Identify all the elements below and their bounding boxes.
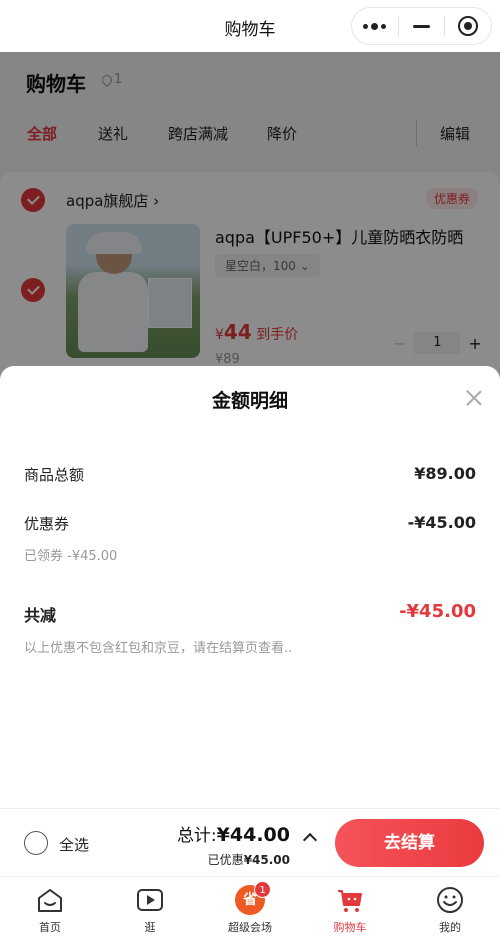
smile-icon (435, 885, 465, 915)
title-bar: 购物车 (0, 0, 500, 52)
sheet-title: 金额明细 (211, 390, 288, 412)
discount-note: 以上优惠不包含红包和京豆，请在结算页查看.. (24, 641, 293, 656)
coupon-claimed-note: 已领券 -¥45.00 (24, 549, 118, 564)
minimize-icon (413, 24, 430, 28)
tab-cart-label: 购物车 (333, 921, 367, 934)
tab-browse[interactable]: 逛 (100, 877, 200, 942)
bottom-tab-bar: 首页 逛 省 1 超级会场 购物车 我的 (0, 876, 500, 942)
tab-mine-label: 我的 (439, 921, 461, 934)
close-icon[interactable] (464, 388, 484, 408)
target-icon (458, 16, 479, 36)
home-icon (35, 885, 65, 915)
mini-program-capsule (351, 7, 492, 45)
saved-amount: 已优惠¥45.00 (207, 853, 290, 867)
video-icon (135, 885, 165, 915)
close-program-button[interactable] (445, 8, 491, 44)
goods-total-value: ¥89.00 (414, 464, 476, 483)
tab-home-label: 首页 (39, 921, 61, 934)
select-all-checkbox[interactable] (24, 831, 48, 855)
tab-cart[interactable]: 购物车 (300, 877, 400, 942)
more-dots-icon (363, 22, 387, 30)
tab-super-venue-label: 超级会场 (228, 921, 272, 934)
goods-total-label: 商品总额 (24, 466, 85, 484)
total-reduce-label: 共减 (24, 606, 57, 625)
total-reduce-value: -¥45.00 (399, 601, 476, 622)
coupon-label: 优惠券 (24, 515, 70, 533)
tab-home[interactable]: 首页 (0, 877, 100, 942)
cart-icon (335, 885, 365, 915)
more-button[interactable] (352, 8, 398, 44)
chevron-up-icon[interactable] (302, 832, 318, 848)
tab-browse-label: 逛 (144, 921, 156, 934)
checkout-button[interactable]: 去结算 (335, 819, 484, 867)
checkout-bar: 全选 总计:¥44.00 已优惠¥45.00 去结算 (0, 808, 500, 876)
select-all-label[interactable]: 全选 (59, 834, 89, 855)
tab-mine[interactable]: 我的 (400, 877, 500, 942)
minimize-button[interactable] (399, 8, 445, 44)
coupon-value: -¥45.00 (407, 513, 476, 532)
notification-badge: 1 (254, 881, 271, 898)
save-icon: 省 1 (235, 881, 271, 915)
total-amount: 总计:¥44.00 (176, 824, 290, 846)
tab-super-venue[interactable]: 省 1 超级会场 (200, 877, 300, 942)
